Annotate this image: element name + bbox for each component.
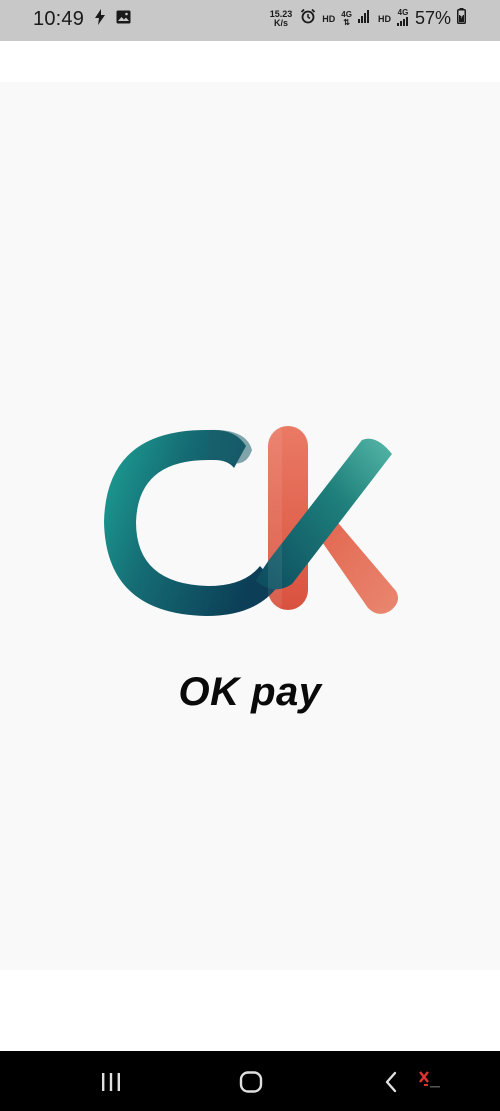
flash-icon	[94, 9, 106, 30]
recent-apps-button[interactable]	[91, 1067, 131, 1097]
screen: 10:49 15.23 K/s HD 4G ⇅ HD 4G 57% OK pay	[0, 0, 500, 1111]
battery-percent: 57%	[414, 8, 451, 28]
battery-icon	[457, 8, 466, 29]
network-type-1: 4G ⇅	[341, 10, 352, 27]
clock: 10:49	[33, 8, 85, 30]
recent-apps-icon	[102, 1073, 120, 1091]
network-speed: 15.23 K/s	[270, 9, 293, 28]
hd-label-2: HD	[377, 13, 391, 24]
bottom-band	[0, 970, 500, 1051]
app-name: OK pay	[178, 670, 322, 714]
network-speed-unit: K/s	[274, 17, 289, 28]
status-bar: 10:49 15.23 K/s HD 4G ⇅ HD 4G 57%	[0, 0, 500, 41]
signal-icon-2	[396, 17, 409, 28]
network-label-2: 4G	[397, 8, 409, 17]
home-button[interactable]	[231, 1067, 271, 1097]
home-icon	[239, 1071, 263, 1093]
data-arrows-icon: ⇅	[343, 17, 350, 27]
image-icon	[116, 10, 131, 29]
signal-icon	[357, 9, 372, 28]
back-icon	[385, 1071, 397, 1093]
hd-label-1: HD	[322, 13, 336, 24]
status-right: 15.23 K/s HD 4G ⇅ HD 4G 57%	[270, 8, 466, 29]
network-type-2: 4G	[396, 8, 409, 28]
alarm-icon	[300, 8, 316, 29]
status-left: 10:49	[33, 8, 131, 31]
ok-logo-icon	[96, 416, 408, 626]
top-band	[0, 41, 500, 82]
watermark-icon	[418, 1070, 442, 1092]
splash-screen: OK pay	[0, 82, 500, 970]
back-button[interactable]	[371, 1067, 411, 1097]
